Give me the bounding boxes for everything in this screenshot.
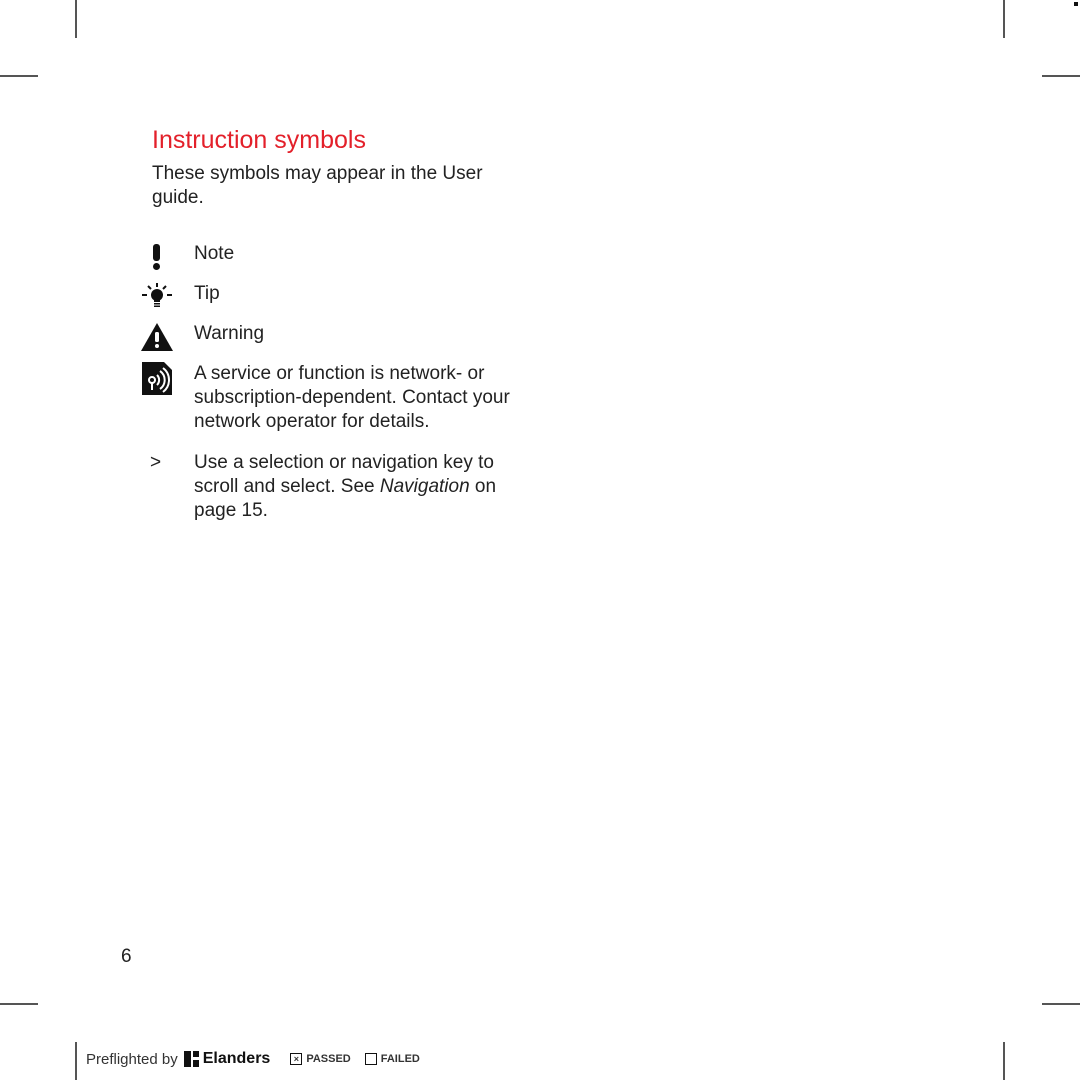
symbol-network: A service or function is network- or sub…: [140, 362, 540, 442]
network-service-icon: [140, 362, 176, 396]
symbol-note: Note: [140, 242, 540, 272]
page-title: Instruction symbols: [152, 126, 366, 154]
crop-mark: [1042, 1003, 1080, 1005]
symbol-label: Warning: [194, 323, 265, 344]
crop-mark: [75, 1042, 77, 1080]
navigation-arrow-symbol: >: [150, 452, 162, 473]
elanders-logo-icon: [183, 1051, 199, 1067]
crop-mark: [1042, 75, 1080, 77]
passed-checkbox[interactable]: × PASSED: [290, 1053, 351, 1065]
preflight-footer: Preflighted by Elanders × PASSED FAILED: [86, 1050, 428, 1068]
elanders-logo: Elanders: [183, 1050, 271, 1068]
crop-mark: [1003, 1042, 1005, 1080]
crop-mark: [0, 1003, 38, 1005]
symbol-label: Note: [194, 243, 235, 264]
checkbox-empty-icon: [364, 1053, 377, 1065]
navigation-link[interactable]: Navigation: [380, 476, 470, 497]
symbol-label: A service or function is network- or sub…: [194, 363, 510, 432]
symbol-tip: Tip: [140, 282, 540, 312]
warning-triangle-icon: [140, 322, 176, 352]
crop-mark: [1074, 2, 1078, 6]
failed-checkbox[interactable]: FAILED: [364, 1053, 420, 1065]
preflighted-by-label: Preflighted by: [86, 1050, 178, 1068]
symbol-label: Tip: [194, 283, 220, 304]
symbol-warning: Warning: [140, 322, 540, 352]
lightbulb-icon: [140, 282, 176, 312]
intro-text: These symbols may appear in the User gui…: [152, 163, 483, 208]
failed-label: FAILED: [380, 1053, 420, 1065]
navigation-instruction: > Use a selection or navigation key to s…: [140, 451, 540, 531]
brand-name: Elanders: [202, 1050, 271, 1067]
crop-mark: [75, 0, 77, 38]
crop-mark: [0, 75, 38, 77]
page-number: 6: [121, 946, 132, 967]
exclamation-icon: [140, 242, 176, 272]
checkbox-checked-icon: ×: [290, 1053, 303, 1065]
crop-mark: [1003, 0, 1005, 38]
passed-label: PASSED: [306, 1053, 351, 1065]
